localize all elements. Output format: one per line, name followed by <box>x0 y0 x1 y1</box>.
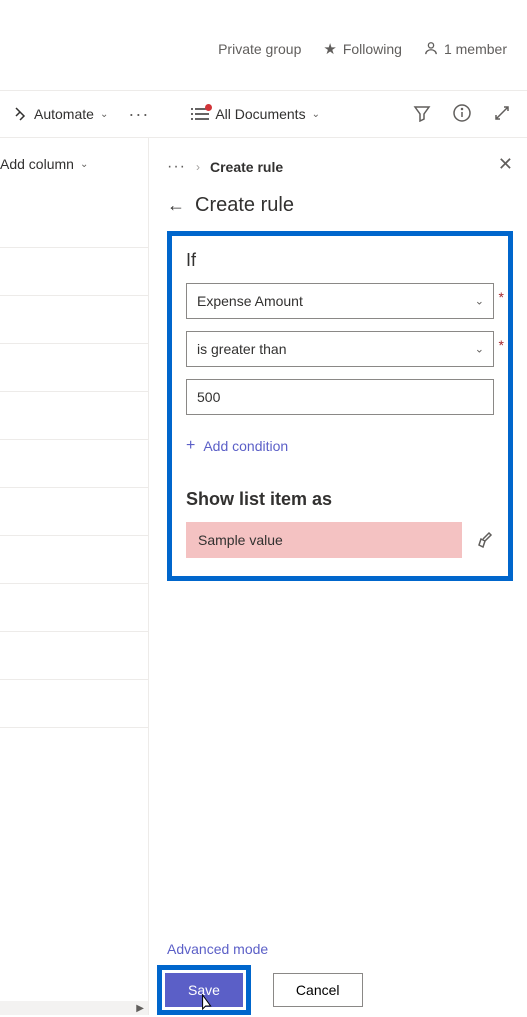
chevron-down-icon: ⌄ <box>100 109 108 120</box>
private-group-label: Private group <box>218 41 301 57</box>
column-select-value: Expense Amount <box>197 293 303 309</box>
page-title: Create rule <box>195 194 294 217</box>
add-column-button[interactable]: Add column ⌄ <box>0 138 148 172</box>
list-row[interactable] <box>0 488 148 536</box>
view-label: All Documents <box>215 106 305 122</box>
plus-icon: + <box>186 437 195 455</box>
save-button[interactable]: Save <box>165 973 243 1007</box>
horizontal-scrollbar[interactable]: ▶ <box>0 1001 148 1015</box>
breadcrumb-more-icon[interactable]: ··· <box>167 158 186 176</box>
automate-icon <box>12 106 28 122</box>
member-count[interactable]: 1 member <box>424 41 507 58</box>
advanced-mode-link[interactable]: Advanced mode <box>167 941 268 957</box>
automate-label: Automate <box>34 106 94 122</box>
save-button-highlight: Save <box>157 965 251 1015</box>
following-label: Following <box>343 41 402 57</box>
list-row[interactable] <box>0 200 148 248</box>
info-icon[interactable] <box>453 104 471 125</box>
if-label: If <box>186 250 494 271</box>
operator-select[interactable]: is greater than ⌄ <box>186 331 494 367</box>
rule-condition-highlight: If Expense Amount ⌄ * is greater than ⌄ … <box>167 231 513 581</box>
person-icon <box>424 41 438 58</box>
back-icon[interactable]: ← <box>167 195 185 216</box>
following-indicator[interactable]: ★ Following <box>323 40 402 58</box>
operator-select-value: is greater than <box>197 341 287 357</box>
value-input[interactable] <box>186 379 494 415</box>
breadcrumb: ··· › Create rule <box>167 158 513 176</box>
more-actions-button[interactable]: ··· <box>122 104 155 125</box>
list-row[interactable] <box>0 392 148 440</box>
chevron-down-icon: ⌄ <box>312 109 320 120</box>
chevron-down-icon: ⌄ <box>475 295 484 308</box>
scroll-right-icon: ▶ <box>136 1003 144 1014</box>
close-icon[interactable]: ✕ <box>498 154 513 175</box>
list-row[interactable] <box>0 296 148 344</box>
list-row[interactable] <box>0 440 148 488</box>
breadcrumb-current: Create rule <box>210 159 283 175</box>
cancel-button[interactable]: Cancel <box>273 973 363 1007</box>
add-condition-label: Add condition <box>203 438 288 454</box>
notification-dot <box>205 104 212 111</box>
chevron-down-icon: ⌄ <box>475 343 484 356</box>
add-column-label: Add column <box>0 156 74 172</box>
chevron-right-icon: › <box>196 160 200 174</box>
chevron-down-icon: ⌄ <box>80 159 88 170</box>
list-row[interactable] <box>0 584 148 632</box>
list-row[interactable] <box>0 680 148 728</box>
automate-button[interactable]: Automate ⌄ <box>6 102 114 126</box>
show-list-item-label: Show list item as <box>186 489 494 510</box>
add-condition-button[interactable]: + Add condition <box>186 437 494 455</box>
list-row[interactable] <box>0 632 148 680</box>
member-count-label: 1 member <box>444 41 507 57</box>
list-row[interactable] <box>0 248 148 296</box>
sample-value-chip: Sample value <box>186 522 462 558</box>
filter-icon[interactable] <box>413 104 431 125</box>
cursor-icon <box>198 994 214 1014</box>
format-icon[interactable] <box>476 530 494 551</box>
column-select[interactable]: Expense Amount ⌄ <box>186 283 494 319</box>
list-row[interactable] <box>0 536 148 584</box>
star-icon: ★ <box>323 40 336 58</box>
required-indicator: * <box>499 337 504 353</box>
expand-icon[interactable] <box>493 104 511 125</box>
required-indicator: * <box>499 289 504 305</box>
view-selector[interactable]: All Documents ⌄ <box>185 102 326 126</box>
list-row[interactable] <box>0 344 148 392</box>
list-view-icon <box>191 107 209 121</box>
